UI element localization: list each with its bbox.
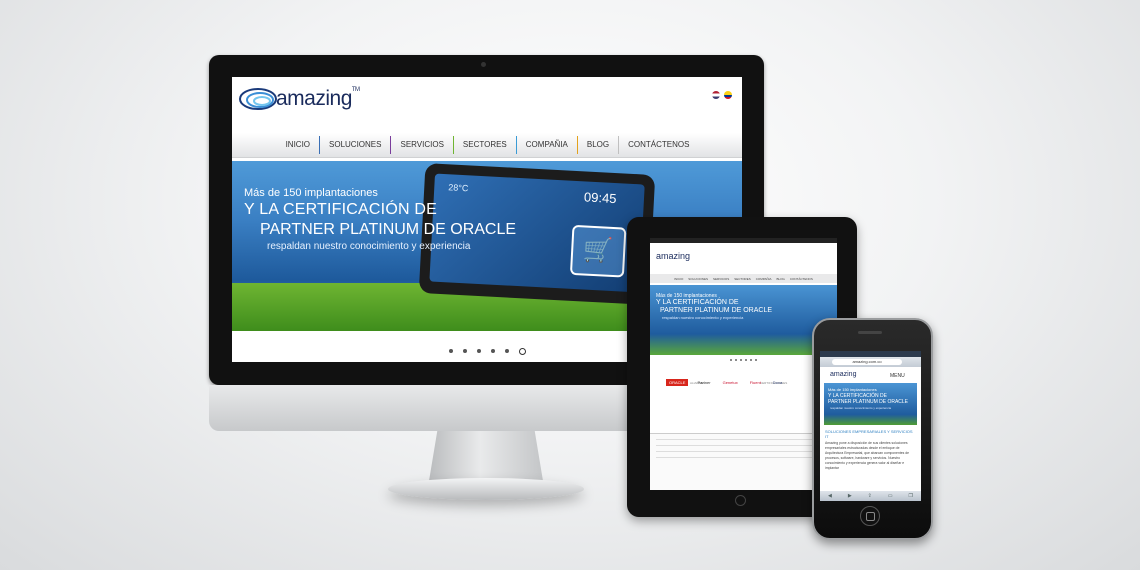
slider-dot-active[interactable]	[518, 348, 526, 355]
iphone-body-text: Amazing pone a disposición de sus client…	[825, 441, 910, 470]
iphone-address-bar: amazing.com.co	[820, 357, 921, 367]
slider-dot[interactable]	[462, 349, 467, 353]
genetux-logo: Genetux	[722, 380, 738, 385]
slider-dot[interactable]	[740, 359, 742, 361]
slider-dot[interactable]	[490, 349, 495, 353]
camera-dot	[481, 62, 486, 67]
ipad-nav: INICIO SOLUCIONES SERVICIOS SECTORES COM…	[650, 274, 837, 283]
slider-dot[interactable]	[504, 349, 509, 353]
hero-subtitle: Más de 150 implantaciones	[244, 187, 378, 199]
nav-servicios[interactable]: SERVICIOS	[390, 136, 452, 154]
nav-sectores[interactable]: SECTORES	[452, 136, 516, 154]
partner-logo: Partner	[697, 380, 711, 385]
ipad-footer	[650, 433, 837, 490]
ipad-slider-dots	[650, 359, 837, 361]
ipad-hero-headline-2: PARTNER PLATINUM DE ORACLE	[660, 307, 773, 314]
nav-soluciones[interactable]: SOLUCIONES	[319, 136, 390, 154]
brand-logo-text[interactable]: amazingTM	[276, 87, 360, 111]
nav-blog[interactable]: BLOG	[576, 136, 618, 154]
doxa-logo: Doxa	[772, 380, 783, 385]
fluent-logo: Fluent	[749, 380, 761, 385]
slider-dot[interactable]	[730, 359, 732, 361]
main-nav: INICIO SOLUCIONES SERVICIOS SECTORES COM…	[232, 133, 742, 158]
ipad-hero-tagline: respaldan nuestro conocimiento y experie…	[662, 315, 744, 320]
monitor-stand-base	[388, 478, 584, 500]
iphone-hero-headline-2: PARTNER PLATINUM DE ORACLE	[828, 399, 909, 405]
ipad-nav-inicio[interactable]: INICIO	[674, 277, 683, 281]
oracle-logo: ORACLE	[666, 379, 689, 386]
ipad-home-button[interactable]	[735, 495, 746, 506]
iphone-menu-button[interactable]: MENU	[890, 373, 905, 379]
slider-dot[interactable]	[750, 359, 752, 361]
nav-inicio[interactable]: INICIO	[276, 136, 319, 154]
iphone-hero-banner[interactable]: Más de 150 implantaciones Y LA CERTIFICA…	[824, 383, 917, 425]
ipad-nav-servicios[interactable]: SERVICIOS	[713, 277, 729, 281]
us-flag-icon[interactable]	[712, 91, 720, 99]
iphone-hero-subtitle: Más de 150 implantaciones	[828, 387, 877, 392]
ipad-hero-headline-1: Y LA CERTIFICACIÓN DE	[656, 299, 739, 306]
language-flags[interactable]	[712, 91, 732, 99]
forward-arrow-icon[interactable]: ▶	[848, 493, 852, 499]
hero-headline-2: PARTNER PLATINUM DE ORACLE	[260, 221, 517, 238]
ipad-hero-banner[interactable]: Más de 150 implantaciones Y LA CERTIFICA…	[650, 285, 837, 355]
ipad-nav-blog[interactable]: BLOG	[777, 277, 785, 281]
slider-dot[interactable]	[745, 359, 747, 361]
slider-dot[interactable]	[476, 349, 481, 353]
hero-tagline: respaldan nuestro conocimiento y experie…	[267, 241, 471, 252]
tabs-icon[interactable]: ❐	[909, 493, 913, 499]
shopping-cart-icon: 🛒	[569, 224, 627, 278]
ipad-partner-logos: ORACLE Partner Genetux Fluent Doxa	[666, 379, 826, 386]
slider-dot[interactable]	[735, 359, 737, 361]
back-arrow-icon[interactable]: ◀	[828, 493, 832, 499]
slider-dot[interactable]	[448, 349, 453, 353]
slider-dot[interactable]	[755, 359, 757, 361]
ipad-brand-logo[interactable]: amazing	[656, 251, 690, 261]
colombia-flag-icon[interactable]	[724, 91, 732, 99]
url-field[interactable]: amazing.com.co	[832, 359, 902, 365]
ipad-website-screen: amazing INICIO SOLUCIONES SERVICIOS SECT…	[650, 238, 837, 490]
iphone-section-title: SOLUCIONES EMPRESARIALES Y SERVICIOS IT	[825, 429, 913, 439]
iphone-speaker	[858, 331, 882, 334]
nav-contactenos[interactable]: CONTÁCTENOS	[618, 136, 698, 154]
amazing-logo-icon	[239, 88, 277, 110]
temperature-readout: 28°C	[448, 182, 469, 194]
iphone-brand-logo[interactable]: amazing	[830, 371, 856, 378]
ipad-nav-contactenos[interactable]: CONTÁCTENOS	[790, 277, 813, 281]
ipad-nav-compania[interactable]: COMPAÑIA	[756, 277, 772, 281]
hero-headline-1: Y LA CERTIFICACIÓN DE	[244, 201, 437, 218]
iphone-hero-tagline: respaldan nuestro conocimiento y experie…	[830, 406, 892, 410]
ipad-nav-sectores[interactable]: SECTORES	[734, 277, 750, 281]
clock-readout: 09:45	[583, 189, 617, 207]
iphone-website-screen: amazing.com.co amazing MENU Más de 150 i…	[820, 351, 921, 501]
share-icon[interactable]: ⇪	[868, 493, 872, 499]
nav-compania[interactable]: COMPAÑIA	[515, 136, 577, 154]
ipad-status-bar	[650, 238, 837, 243]
ipad-nav-soluciones[interactable]: SOLUCIONES	[688, 277, 708, 281]
iphone-home-button[interactable]	[860, 506, 880, 526]
iphone-browser-toolbar: ◀ ▶ ⇪ ▭ ❐	[820, 491, 921, 501]
bookmarks-icon[interactable]: ▭	[888, 493, 893, 499]
